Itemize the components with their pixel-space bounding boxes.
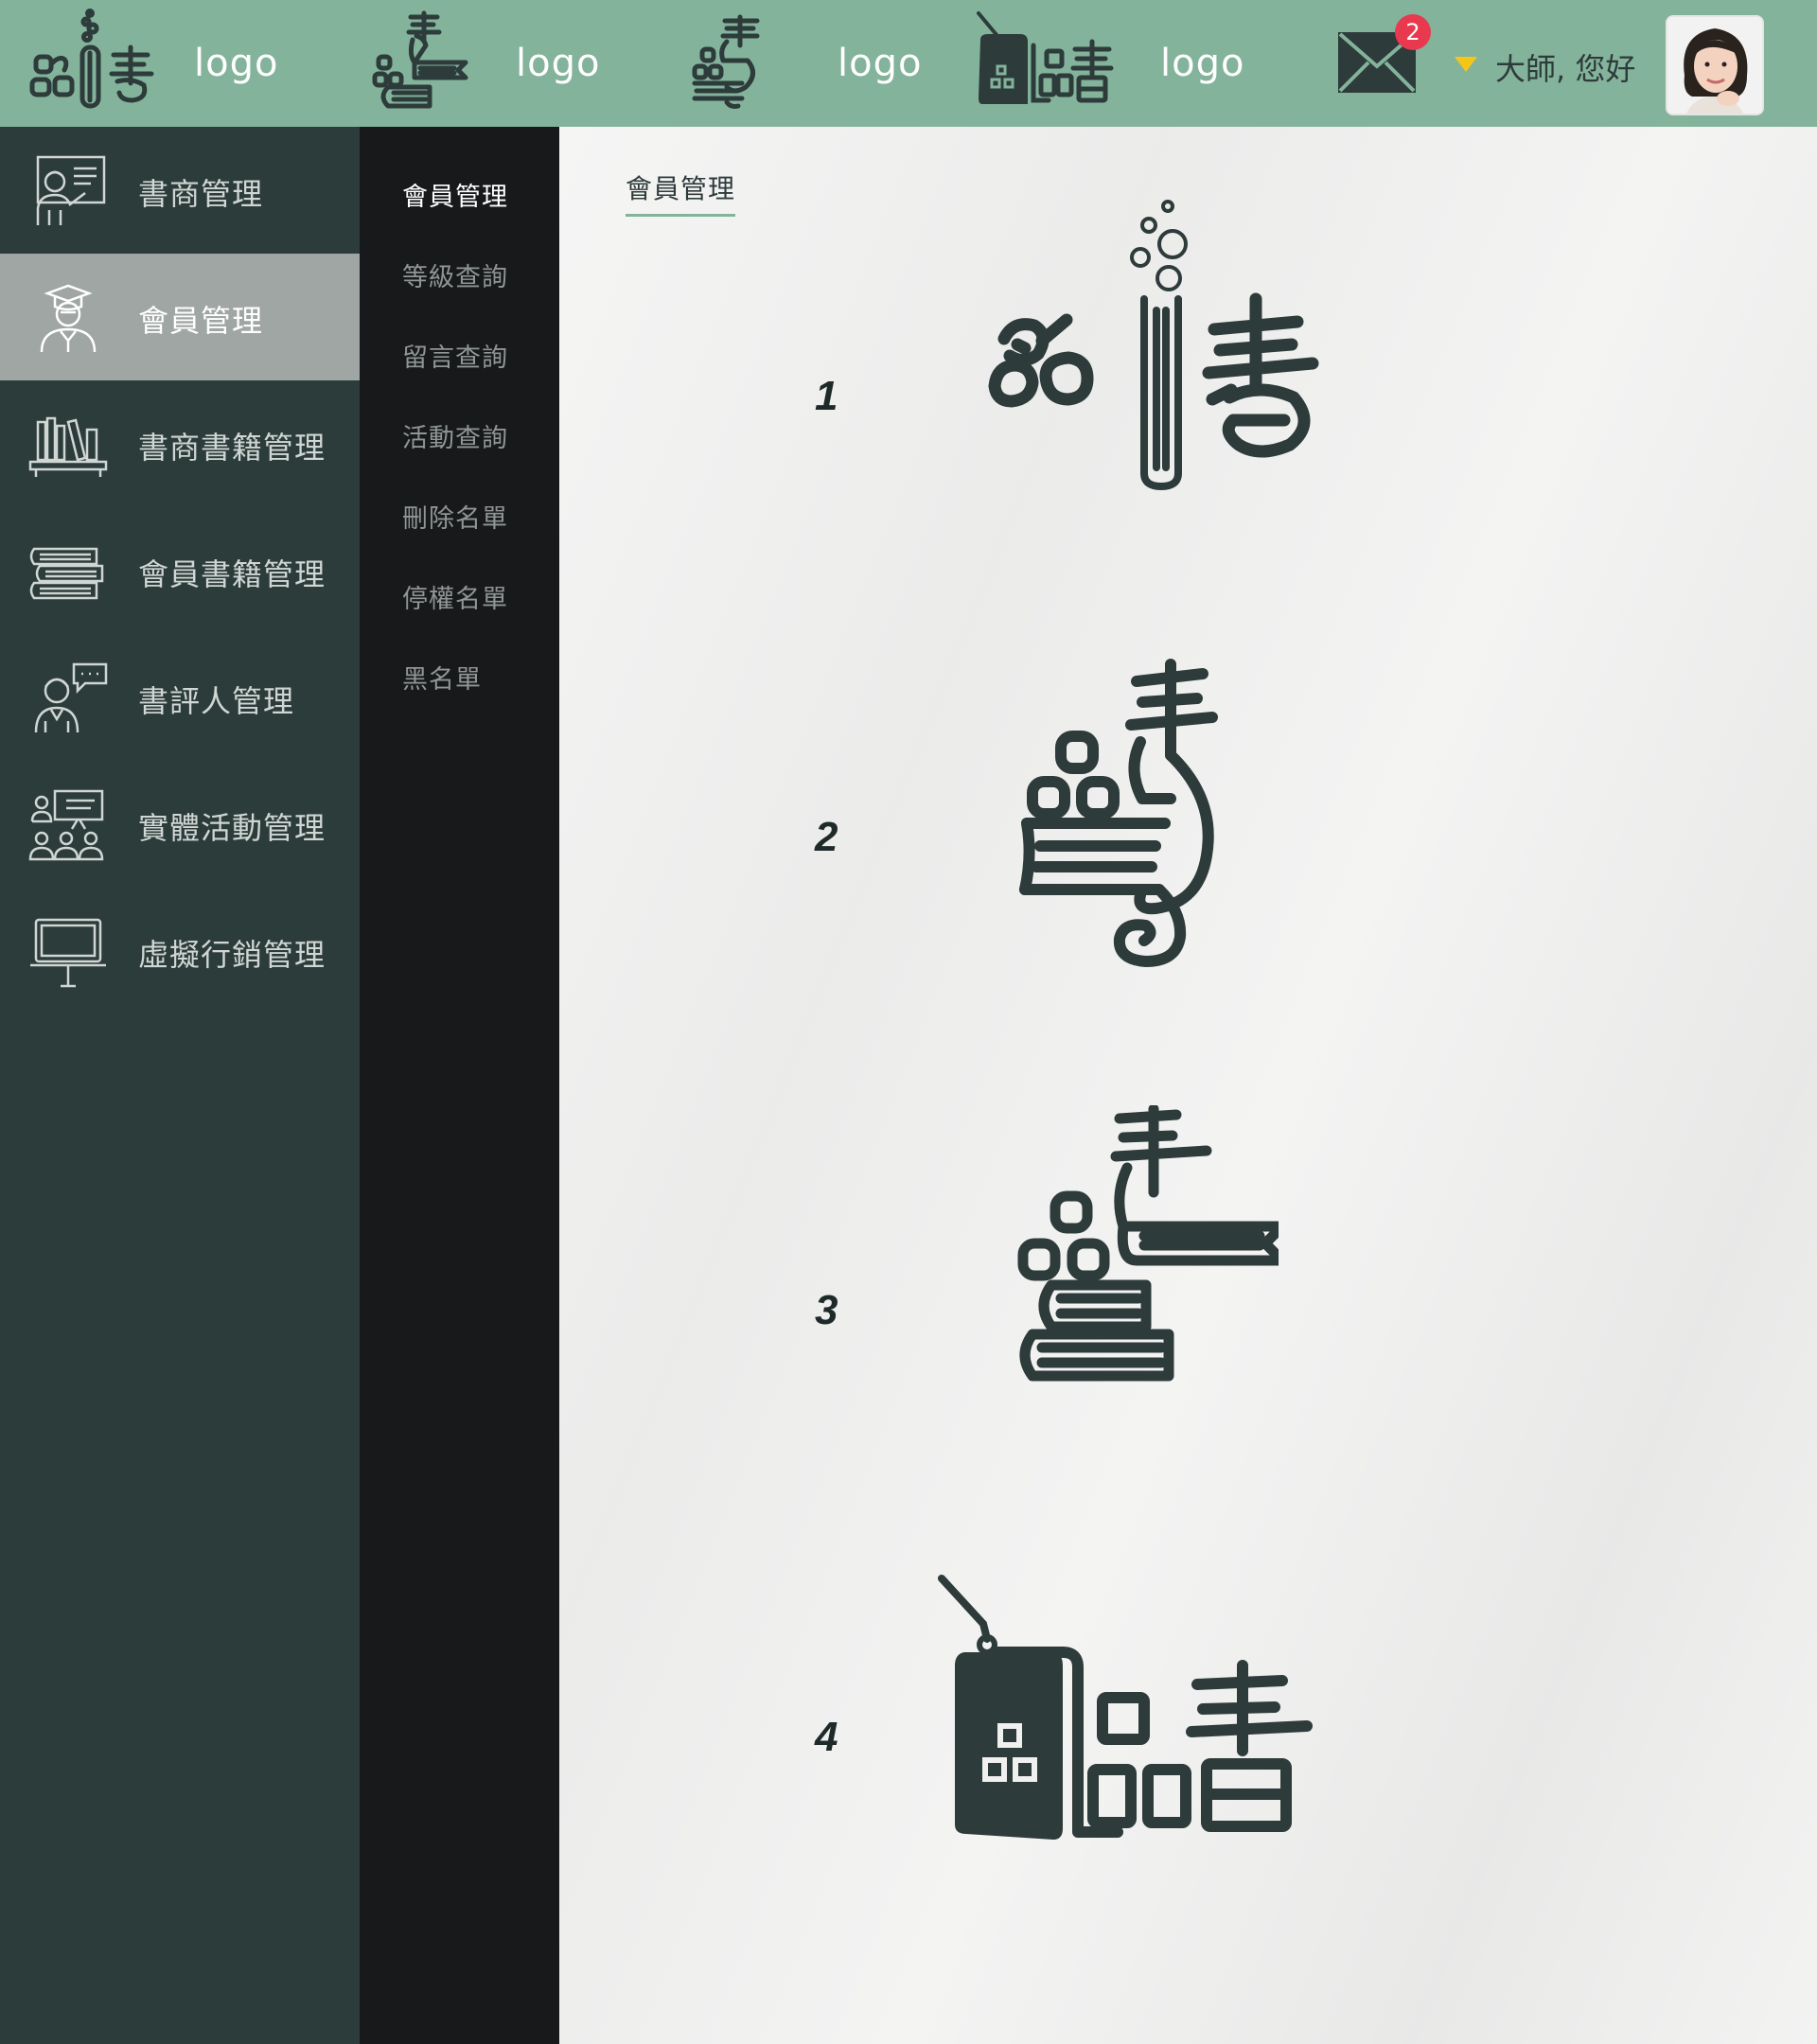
option-number: 2: [815, 814, 838, 860]
caret-down-icon[interactable]: [1454, 55, 1478, 74]
sidebar-item-member-books[interactable]: 會員書籍管理: [0, 507, 360, 634]
sidebar-item-bookseller[interactable]: 書商管理: [0, 127, 360, 254]
sidebar: 書商管理 會員管理 書商書籍管理 會員書籍管理 書評人管理 實體活動管理 虛擬行…: [0, 127, 360, 2044]
sidebar-item-members[interactable]: 會員管理: [0, 254, 360, 380]
header-logo-label: logo: [516, 42, 601, 85]
submenu: 會員管理 等級查詢 留言查詢 活動查詢 刪除名單 停權名單 黑名單: [360, 127, 559, 2044]
pinshu-bird-logo-icon: [692, 14, 760, 109]
audience-presentation-icon: [28, 789, 104, 861]
header-logo-label: logo: [194, 42, 279, 85]
pinshu-testtube-logo-icon: [29, 9, 154, 109]
sidebar-item-events[interactable]: 實體活動管理: [0, 761, 360, 888]
header-logo-label: logo: [1160, 42, 1245, 85]
pinshu-teabag-logo-icon: [977, 11, 1114, 104]
submenu-item-level-query[interactable]: 等級查詢: [402, 256, 508, 293]
sidebar-item-label: 書評人管理: [138, 683, 295, 719]
pinshu-testtube-logo-icon: [988, 200, 1319, 490]
sidebar-item-virtual-marketing[interactable]: 虛擬行銷管理: [0, 888, 360, 1014]
sidebar-item-label: 書商管理: [138, 176, 264, 212]
option-number: 3: [815, 1287, 838, 1333]
header-logo-label: logo: [838, 42, 923, 85]
avatar-portrait-icon: [1667, 17, 1762, 114]
pinshu-bird-logo-icon: [1019, 659, 1218, 967]
bookshelf-icon: [28, 416, 108, 477]
sidebar-item-reviewers[interactable]: 書評人管理: [0, 634, 360, 761]
presenter-board-icon: [36, 155, 106, 225]
book-stack-icon: [29, 547, 104, 600]
submenu-item-deleted-list[interactable]: 刪除名單: [402, 498, 508, 535]
main-content: 會員管理 1 2 3 4: [559, 127, 1817, 2044]
submenu-item-member-management[interactable]: 會員管理: [402, 176, 508, 213]
submenu-item-message-query[interactable]: 留言查詢: [402, 337, 508, 374]
sidebar-item-label: 虛擬行銷管理: [138, 937, 326, 973]
submenu-item-suspended-list[interactable]: 停權名單: [402, 578, 508, 615]
option-number: 1: [815, 373, 838, 419]
sidebar-item-bookseller-books[interactable]: 書商書籍管理: [0, 380, 360, 507]
submenu-item-activity-query[interactable]: 活動查詢: [402, 417, 508, 454]
user-avatar[interactable]: [1666, 15, 1764, 115]
pinshu-bird-books-logo-icon: [1017, 1105, 1279, 1382]
sidebar-item-label: 會員管理: [138, 303, 264, 339]
option-number: 4: [815, 1714, 838, 1760]
graduate-icon: [40, 284, 97, 353]
user-greeting: 大師, 您好: [1495, 51, 1636, 87]
reviewer-chat-icon: [34, 662, 108, 733]
monitor-stand-icon: [30, 918, 106, 988]
submenu-item-blacklist[interactable]: 黑名單: [402, 659, 482, 696]
pinshu-bird-books-logo-icon: [372, 10, 468, 109]
top-bar: logo logo logo logo 2 大師, 您好: [0, 0, 1817, 127]
breadcrumb: 會員管理: [626, 168, 736, 217]
pinshu-teabag-logo-icon: [938, 1575, 1313, 1840]
sidebar-item-label: 書商書籍管理: [138, 430, 326, 466]
mail-badge: 2: [1395, 14, 1431, 50]
sidebar-item-label: 會員書籍管理: [138, 556, 326, 592]
sidebar-item-label: 實體活動管理: [138, 810, 326, 846]
